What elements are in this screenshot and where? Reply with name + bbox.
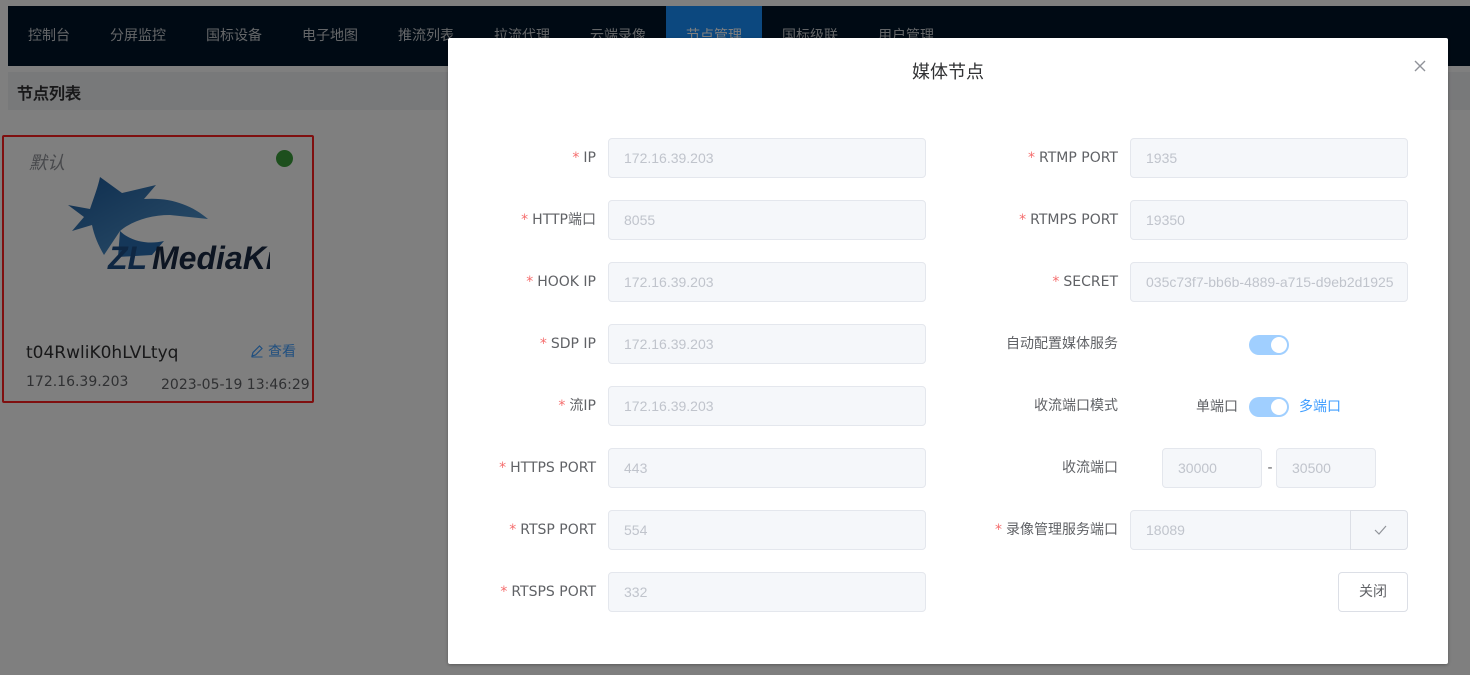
- close-icon[interactable]: [1410, 56, 1430, 76]
- multi-port-option[interactable]: 多端口: [1299, 397, 1341, 417]
- port-mode-label: 收流端口模式: [1034, 398, 1118, 414]
- http-port-label: * HTTP端口: [521, 212, 596, 228]
- sdp-ip-label: * SDP IP: [539, 336, 596, 352]
- media-node-dialog: 媒体节点 * IP 172.16.39.203 * HTTP端口 8055 * HOO…: [448, 38, 1448, 664]
- record-port-input[interactable]: 18089: [1130, 510, 1351, 550]
- rtsps-port-label: * RTSPS PORT: [500, 584, 596, 600]
- hook-ip-input[interactable]: 172.16.39.203: [608, 262, 926, 302]
- record-port-label: * 录像管理服务端口: [995, 522, 1118, 538]
- port-range-separator: -: [1267, 460, 1273, 476]
- recv-port-to-input[interactable]: 30500: [1276, 448, 1376, 488]
- port-mode-switch[interactable]: [1249, 397, 1289, 417]
- http-port-input[interactable]: 8055: [608, 200, 926, 240]
- secret-label: * SECRET: [1052, 274, 1118, 290]
- recv-port-from-input[interactable]: 30000: [1162, 448, 1262, 488]
- sdp-ip-input[interactable]: 172.16.39.203: [608, 324, 926, 364]
- rtsp-port-input[interactable]: 554: [608, 510, 926, 550]
- check-icon: [1374, 525, 1387, 535]
- dialog-title: 媒体节点: [912, 62, 984, 83]
- recv-ports-label: 收流端口: [1062, 460, 1118, 476]
- rtmps-port-input[interactable]: 19350: [1130, 200, 1408, 240]
- stream-ip-label: * 流IP: [558, 398, 596, 414]
- secret-input[interactable]: 035c73f7-bb6b-4889-a715-d9eb2d1925: [1130, 262, 1408, 302]
- auto-config-label: 自动配置媒体服务: [1006, 336, 1118, 352]
- ip-input[interactable]: 172.16.39.203: [608, 138, 926, 178]
- rtmp-port-label: * RTMP PORT: [1028, 150, 1118, 166]
- rtsps-port-input[interactable]: 332: [608, 572, 926, 612]
- rtmp-port-input[interactable]: 1935: [1130, 138, 1408, 178]
- stream-ip-input[interactable]: 172.16.39.203: [608, 386, 926, 426]
- record-port-confirm-button[interactable]: [1350, 510, 1408, 550]
- auto-config-switch[interactable]: [1249, 335, 1289, 355]
- rtmps-port-label: * RTMPS PORT: [1019, 212, 1118, 228]
- https-port-label: * HTTPS PORT: [499, 460, 596, 476]
- ip-label: * IP: [572, 150, 596, 166]
- https-port-input[interactable]: 443: [608, 448, 926, 488]
- single-port-option[interactable]: 单端口: [1196, 397, 1238, 417]
- rtsp-port-label: * RTSP PORT: [509, 522, 596, 538]
- close-button[interactable]: 关闭: [1338, 572, 1408, 612]
- hook-ip-label: * HOOK IP: [526, 274, 596, 290]
